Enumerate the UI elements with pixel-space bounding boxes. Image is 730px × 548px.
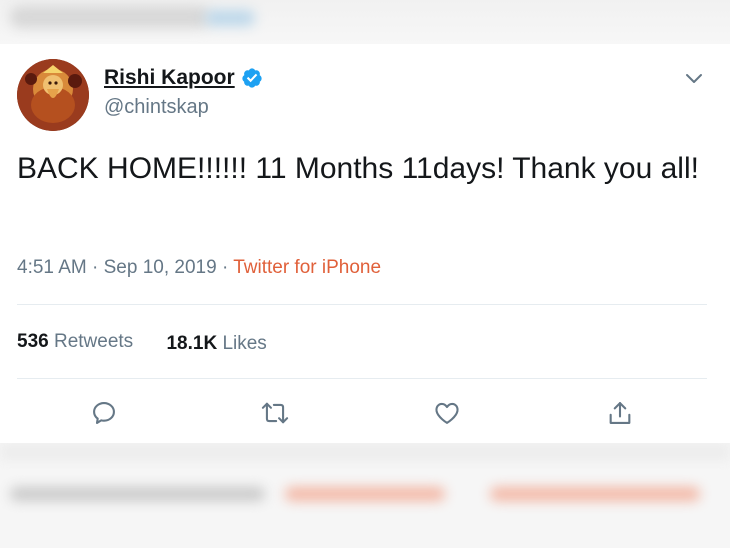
author-name[interactable]: Rishi Kapoor bbox=[104, 66, 235, 90]
meta-separator: · bbox=[221, 257, 229, 278]
likes-count: 18.1K bbox=[166, 333, 218, 354]
retweet-icon[interactable] bbox=[258, 396, 292, 430]
retweets-count: 536 bbox=[17, 331, 49, 352]
blurred-shape bbox=[0, 443, 730, 461]
blurred-shape bbox=[285, 487, 445, 501]
blurred-background-top bbox=[0, 0, 730, 44]
blurred-shape bbox=[10, 6, 210, 28]
divider bbox=[17, 378, 707, 379]
avatar-image bbox=[17, 59, 89, 131]
share-icon[interactable] bbox=[603, 396, 637, 430]
retweets-label: Retweets bbox=[53, 331, 134, 352]
verified-badge-icon bbox=[241, 67, 263, 89]
chevron-down-icon[interactable] bbox=[683, 68, 705, 90]
likes-stat[interactable]: 18.1K Likes bbox=[166, 332, 266, 356]
blurred-shape bbox=[205, 10, 255, 26]
retweets-stat[interactable]: 536 Retweets bbox=[17, 330, 133, 354]
like-icon[interactable] bbox=[430, 396, 464, 430]
tweet-card: Rishi Kapoor @chintskap BACK HOME!!!!!! … bbox=[0, 44, 730, 443]
tweet-time[interactable]: 4:51 AM bbox=[17, 257, 87, 278]
tweet-metadata: 4:51 AM · Sep 10, 2019 · Twitter for iPh… bbox=[17, 256, 381, 280]
divider bbox=[17, 304, 707, 305]
reply-icon[interactable] bbox=[87, 396, 121, 430]
blurred-shape bbox=[10, 487, 265, 501]
avatar[interactable] bbox=[17, 59, 89, 131]
meta-separator: · bbox=[92, 257, 99, 278]
blurred-background-bottom bbox=[0, 443, 730, 548]
tweet-date[interactable]: Sep 10, 2019 bbox=[104, 257, 217, 278]
tweet-stats: 536 Retweets 18.1K Likes bbox=[17, 330, 267, 354]
tweet-text: BACK HOME!!!!!! 11 Months 11days! Thank … bbox=[17, 152, 699, 185]
tweet-source[interactable]: Twitter for iPhone bbox=[233, 257, 381, 278]
tweet-actions bbox=[0, 396, 730, 436]
author-handle[interactable]: @chintskap bbox=[104, 96, 263, 118]
blurred-shape bbox=[490, 487, 700, 501]
tweet-author: Rishi Kapoor @chintskap bbox=[104, 66, 263, 118]
likes-label: Likes bbox=[222, 333, 267, 354]
